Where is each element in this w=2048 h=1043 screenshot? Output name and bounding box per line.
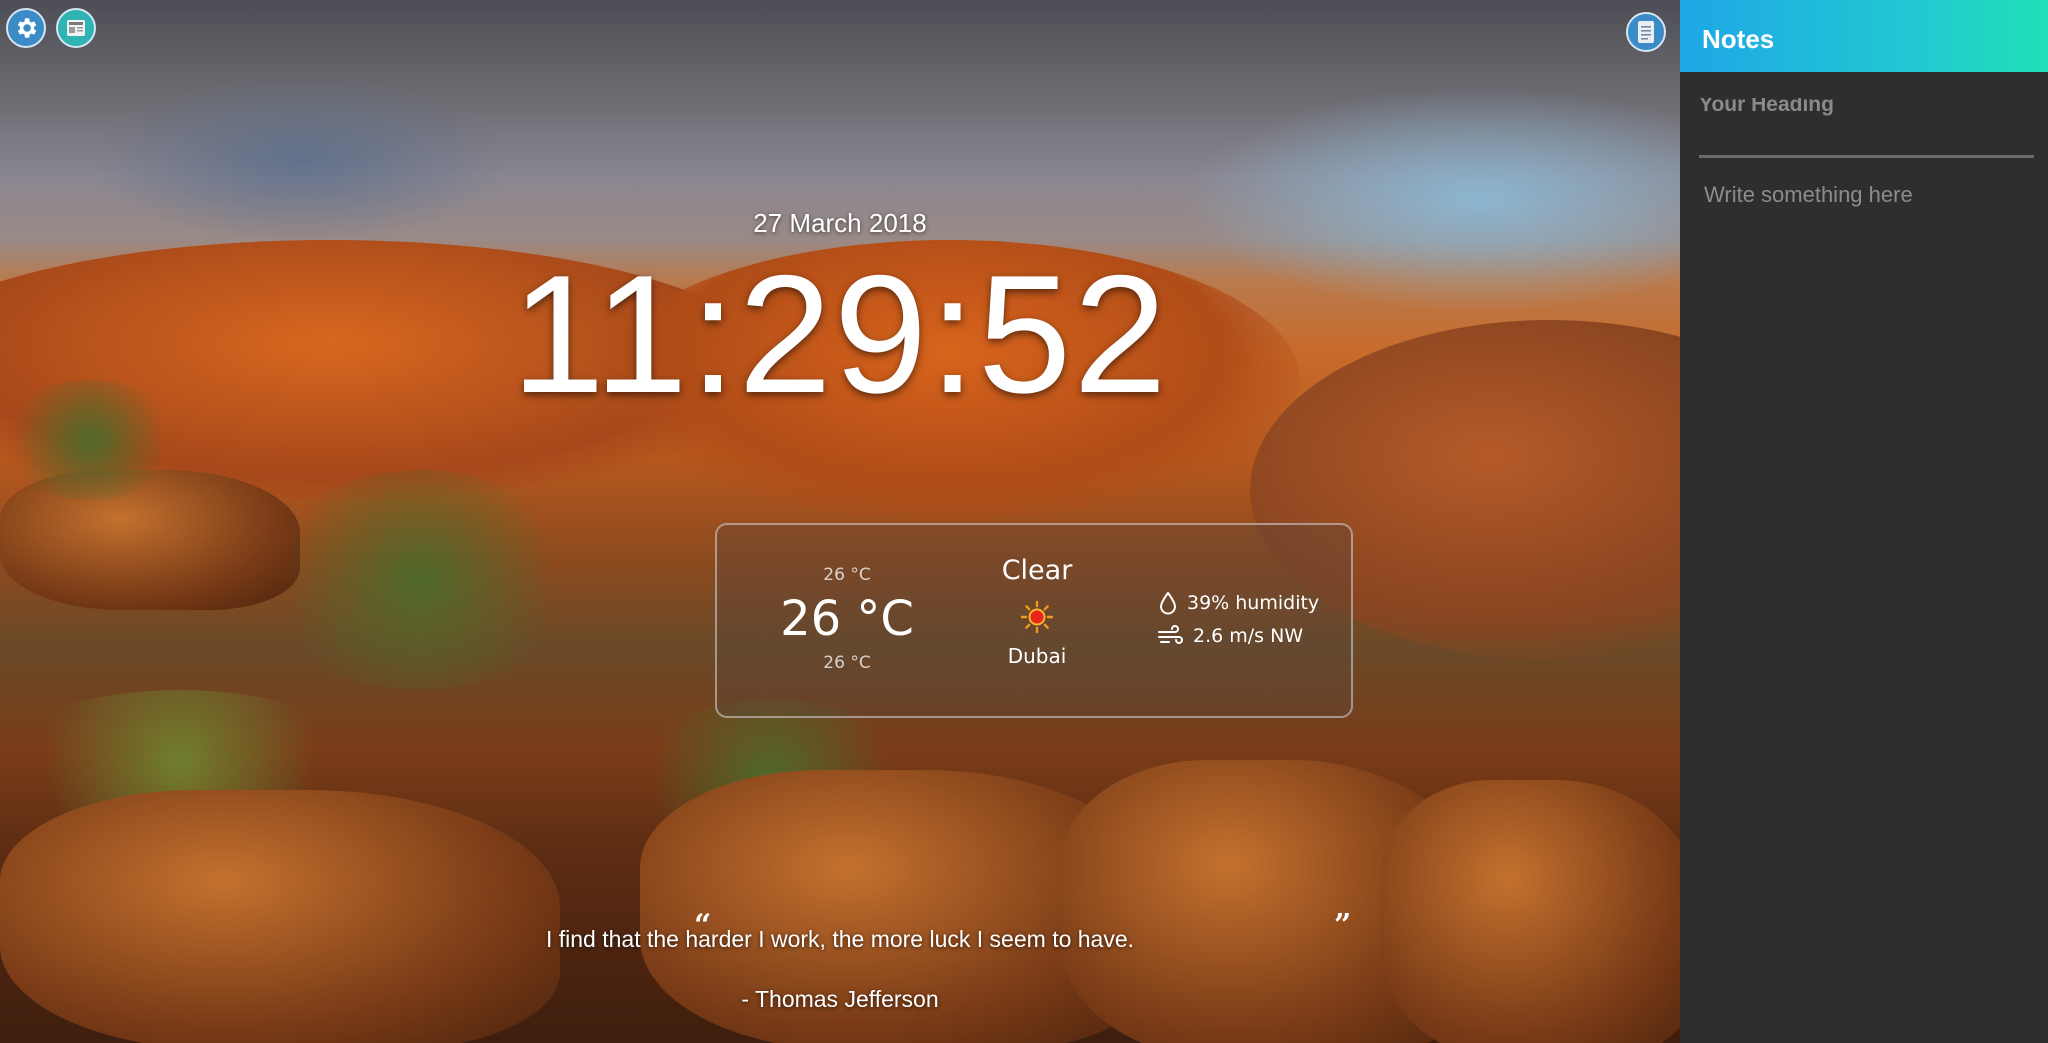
- notes-title: Notes: [1680, 0, 2048, 72]
- date-display: 27 March 2018: [753, 208, 927, 238]
- news-button[interactable]: [56, 8, 96, 48]
- notes-body-textarea[interactable]: [1704, 182, 2034, 962]
- max-temperature: 26 °C: [823, 565, 871, 585]
- notes-toggle-button[interactable]: [1626, 12, 1666, 52]
- weather-details: 39% humidity 2.6 m/s NW: [1157, 591, 1319, 657]
- quote-text: I find that the harder I work, the more …: [545, 926, 1135, 952]
- quote-author: - Thomas Jefferson: [741, 986, 939, 1012]
- temperature-column: 26 °C 26 °C 26 °C: [757, 565, 937, 673]
- newspaper-icon: [67, 20, 85, 36]
- weather-condition: Clear: [1001, 555, 1073, 586]
- notes-heading-input[interactable]: [1699, 98, 2034, 158]
- condition-column: Clear Dubai: [957, 555, 1117, 668]
- weather-widget: 26 °C 26 °C 26 °C Clear Dubai 39% humidi…: [715, 523, 1353, 718]
- weather-city: Dubai: [1007, 644, 1067, 668]
- humidity-row: 39% humidity: [1157, 591, 1319, 615]
- background-bush: [260, 470, 580, 690]
- wind-value: 2.6 m/s NW: [1193, 625, 1304, 647]
- wind-row: 2.6 m/s NW: [1157, 625, 1319, 647]
- humidity-value: 39% humidity: [1187, 592, 1320, 614]
- current-temperature: 26 °C: [780, 591, 914, 647]
- notepad-icon: [1638, 21, 1654, 43]
- min-temperature: 26 °C: [823, 653, 871, 673]
- sun-icon: [1020, 600, 1054, 634]
- settings-button[interactable]: [6, 8, 46, 48]
- background-landscape-image: [0, 0, 1680, 1043]
- wind-icon: [1158, 625, 1183, 644]
- gear-icon: [17, 18, 37, 38]
- notes-panel: Notes: [1680, 0, 2048, 1043]
- droplet-icon: [1159, 591, 1177, 615]
- clock-display: 11:29:52: [511, 240, 1169, 428]
